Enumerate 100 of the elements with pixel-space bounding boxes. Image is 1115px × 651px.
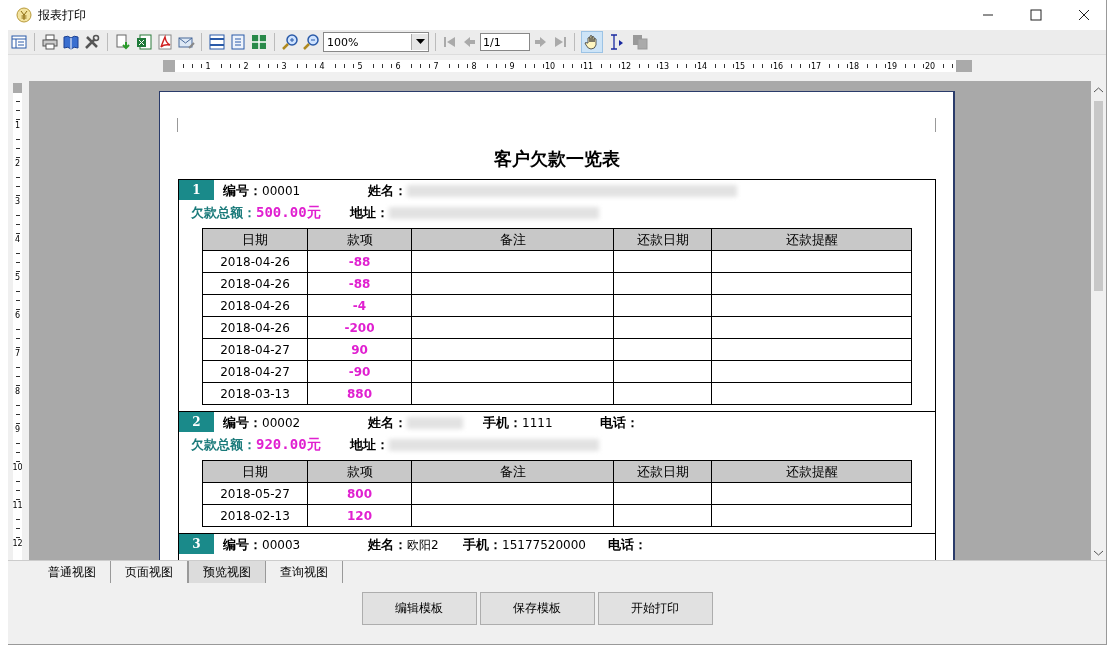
zoom-in-icon[interactable] — [281, 33, 299, 51]
ruler-number: 17 — [811, 61, 821, 71]
maximize-icon[interactable] — [1030, 9, 1042, 21]
field-label: 姓名： — [368, 414, 407, 432]
zoom-dropdown[interactable]: 100% — [323, 32, 429, 52]
date-cell: 2018-04-26 — [202, 316, 308, 339]
layout-icon[interactable] — [10, 33, 28, 51]
scroll-down-icon[interactable] — [1094, 550, 1103, 556]
copy-icon[interactable] — [631, 33, 649, 51]
ruler-number: 6 — [394, 61, 402, 71]
ruler-number: 18 — [849, 61, 859, 71]
ruler-margin-marker[interactable] — [13, 83, 22, 93]
action-button[interactable]: 保存模板 — [479, 592, 595, 625]
field-value: 00003 — [262, 538, 302, 552]
ruler-number: 4 — [318, 61, 326, 71]
amount-cell: 120 — [307, 504, 412, 527]
field-value: 00002 — [262, 416, 302, 430]
total-label: 欠款总额： — [191, 204, 256, 222]
amount-cell: -200 — [307, 316, 412, 339]
close-icon[interactable] — [1078, 9, 1090, 21]
view-tab[interactable]: 预览视图 — [188, 561, 266, 583]
ruler-number: 13 — [659, 61, 669, 71]
field-value: 15177520000 — [502, 538, 586, 552]
record-number: 2 — [179, 412, 214, 432]
ruler-margin-marker[interactable] — [956, 60, 972, 72]
ruler-number: 8 — [470, 61, 478, 71]
record-number: 1 — [179, 180, 214, 200]
scroll-up-icon[interactable] — [1094, 87, 1103, 93]
date-cell: 2018-04-26 — [202, 272, 308, 295]
zoom-out-icon[interactable] — [302, 33, 320, 51]
amount-cell: -90 — [307, 360, 412, 383]
ruler-number: 9 — [508, 61, 516, 71]
field-label: 姓名： — [368, 182, 407, 200]
ruler-number: 14 — [697, 61, 707, 71]
export-icon[interactable] — [114, 33, 132, 51]
page-field[interactable]: 1/1 — [480, 33, 530, 51]
column-header: 还款日期 — [613, 228, 712, 251]
spreadsheet-icon[interactable] — [135, 33, 153, 51]
column-header: 还款日期 — [613, 460, 712, 483]
text-cursor-icon — [609, 34, 625, 50]
ruler-number: 7 — [432, 61, 440, 71]
amount-cell: 880 — [307, 382, 412, 405]
scrollbar-thumb[interactable] — [1094, 101, 1103, 291]
ruler-number: 9 — [14, 425, 21, 435]
ruler-number: 7 — [14, 349, 21, 359]
total-label: 欠款总额： — [191, 436, 256, 454]
field-label: 地址： — [350, 204, 389, 222]
ruler-number: 3 — [280, 61, 288, 71]
caret-icon — [415, 39, 425, 45]
ruler-number: 2 — [242, 61, 250, 71]
column-header: 款项 — [307, 228, 412, 251]
book-icon[interactable] — [62, 33, 80, 51]
window-title: 报表打印 — [38, 6, 86, 24]
column-header: 还款提醒 — [711, 228, 912, 251]
date-cell: 2018-02-13 — [202, 504, 308, 527]
column-header: 备注 — [411, 460, 614, 483]
field-value: 1111 — [522, 416, 554, 430]
ruler-number: 10 — [545, 61, 555, 71]
date-cell: 2018-05-27 — [202, 482, 308, 505]
hand-icon — [584, 34, 600, 50]
field-label: 电话： — [600, 414, 639, 432]
grid-icon[interactable] — [250, 33, 268, 51]
column-header: 日期 — [202, 460, 308, 483]
column-header: 款项 — [307, 460, 412, 483]
ruler-number: 2 — [14, 159, 21, 169]
field-label: 编号： — [223, 182, 262, 200]
ruler-margin-marker[interactable] — [163, 60, 175, 72]
ruler-number: 6 — [14, 311, 21, 321]
amount-cell: -88 — [307, 272, 412, 295]
amount-cell: 800 — [307, 482, 412, 505]
tools-icon[interactable] — [83, 33, 101, 51]
action-button[interactable]: 编辑模板 — [361, 592, 477, 625]
field-label: 编号： — [223, 536, 262, 554]
pdf-icon[interactable] — [156, 33, 174, 51]
view-tab[interactable]: 普通视图 — [34, 561, 111, 583]
column-header: 日期 — [202, 228, 308, 251]
printer-icon[interactable] — [41, 33, 59, 51]
total-amount: 500.00元 — [256, 204, 322, 222]
ruler-number: 12 — [13, 539, 22, 549]
date-cell: 2018-04-27 — [202, 338, 308, 361]
ruler-number: 5 — [356, 61, 364, 71]
column-header: 备注 — [411, 228, 614, 251]
report-title: 客户欠款一览表 — [492, 147, 621, 171]
ruler-number: 11 — [13, 501, 22, 511]
amount-cell: -88 — [307, 250, 412, 273]
hand-tool[interactable] — [581, 31, 603, 53]
field-value: 00001 — [262, 184, 302, 198]
amount-cell: 90 — [307, 338, 412, 361]
date-cell: 2018-04-26 — [202, 250, 308, 273]
field-label: 电话： — [608, 536, 647, 554]
ruler-number: 16 — [773, 61, 783, 71]
record-number: 3 — [179, 534, 214, 554]
field-label: 手机： — [483, 414, 522, 432]
page-setup-icon[interactable] — [208, 33, 226, 51]
view-tab[interactable]: 查询视图 — [266, 561, 343, 583]
column-header: 还款提醒 — [711, 460, 912, 483]
action-button[interactable]: 开始打印 — [597, 592, 713, 625]
ruler-number: 11 — [583, 61, 593, 71]
ruler-number: 10 — [13, 463, 22, 473]
total-amount: 920.00元 — [256, 436, 322, 454]
